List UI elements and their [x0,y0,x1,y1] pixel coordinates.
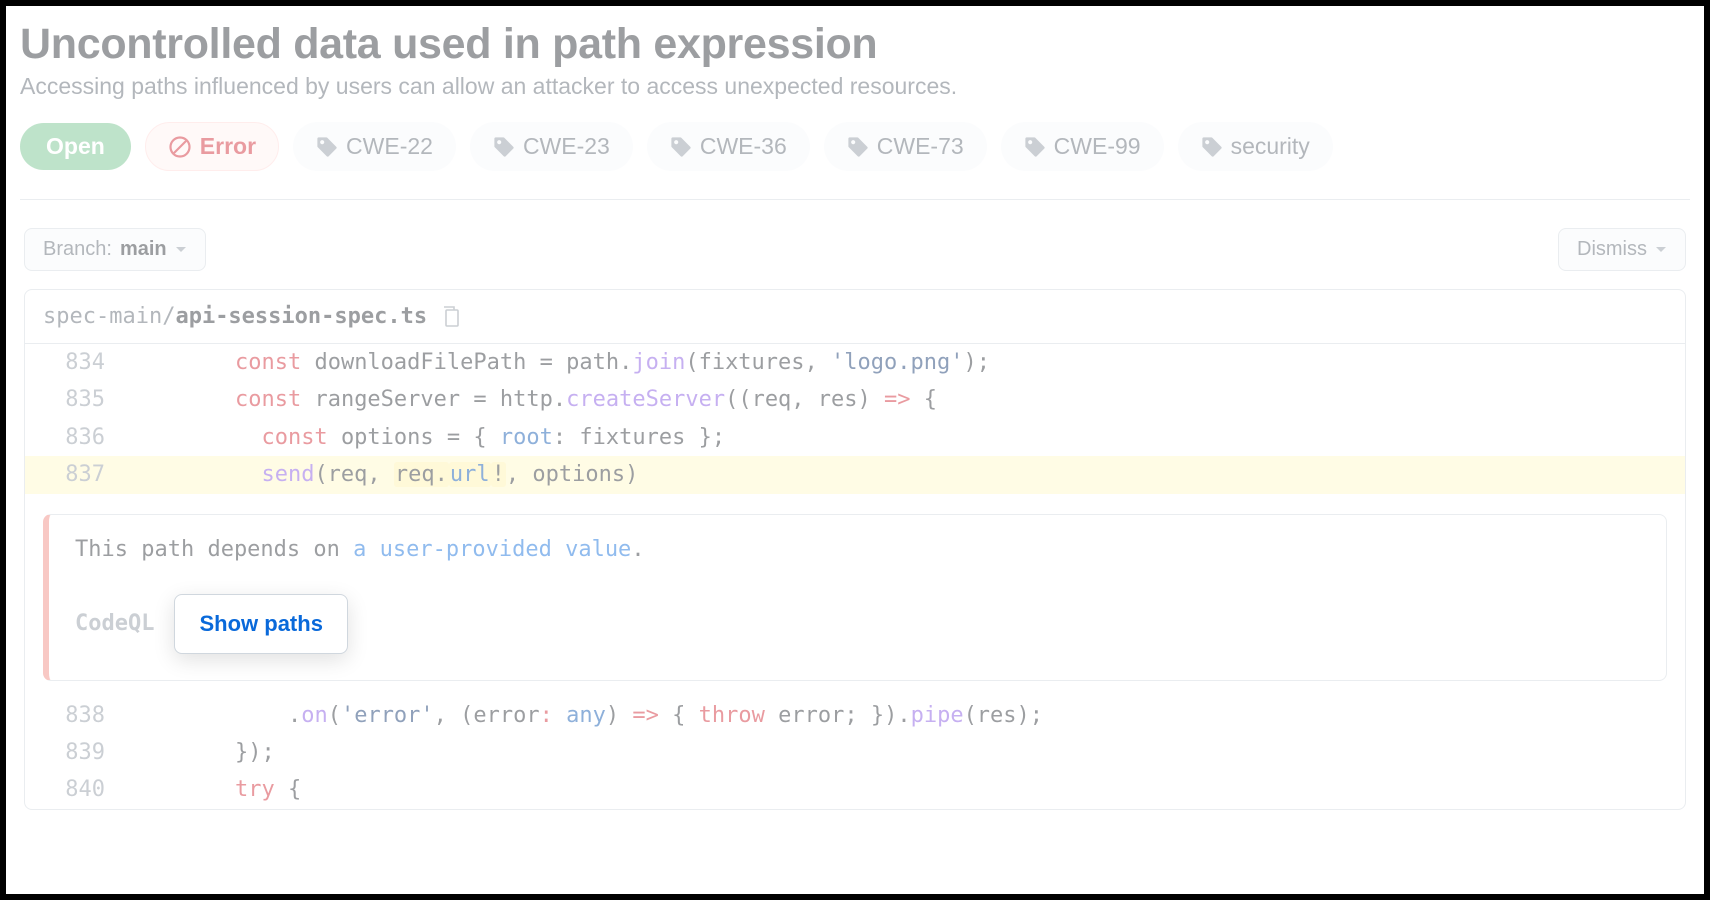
code-lines: 838 .on('error', (error: any) => { throw… [25,697,1685,809]
tag-pill[interactable]: CWE-23 [470,122,633,171]
file-header: spec-main/api-session-spec.ts [25,290,1685,344]
chevron-down-icon [1655,246,1667,254]
tag-icon [1024,136,1046,158]
line-number: 840 [25,771,129,808]
dismiss-label: Dismiss [1577,238,1647,261]
line-source: try { [129,771,301,808]
tag-pill[interactable]: CWE-22 [293,122,456,171]
alert-annotation: This path depends on a user-provided val… [43,514,1667,681]
line-source: send(req, req.url!, options) [129,456,638,493]
tag-icon [493,136,515,158]
severity-error-pill: Error [145,122,279,171]
line-source: const downloadFilePath = path.join(fixtu… [129,344,990,381]
line-source: }); [129,734,275,771]
tag-pill[interactable]: CWE-36 [647,122,810,171]
line-number: 834 [25,344,129,381]
line-source: const rangeServer = http.createServer((r… [129,381,937,418]
dismiss-button[interactable]: Dismiss [1558,228,1686,271]
tag-icon [316,136,338,158]
code-line: 834 const downloadFilePath = path.join(f… [25,344,1685,381]
tag-pill[interactable]: security [1178,122,1333,171]
code-lines: 834 const downloadFilePath = path.join(f… [25,344,1685,494]
chevron-down-icon [175,246,187,254]
code-line: 836 const options = { root: fixtures }; [25,419,1685,456]
alert-title: Uncontrolled data used in path expressio… [20,20,1690,69]
copy-icon[interactable] [441,306,461,328]
tag-pill[interactable]: CWE-99 [1001,122,1164,171]
branch-name: main [120,238,167,261]
alert-msg-pre: This path depends on [75,537,353,562]
label-row: Open Error CWE-22 CWE-23 CWE-36 [20,122,1690,200]
code-line: 837 send(req, req.url!, options) [25,456,1685,493]
tag-icon [847,136,869,158]
alert-link[interactable]: a user-provided value [353,537,631,562]
code-line: 835 const rangeServer = http.createServe… [25,381,1685,418]
status-open-pill: Open [20,123,131,170]
line-source: const options = { root: fixtures }; [129,419,725,456]
code-line: 840 try { [25,771,1685,808]
tag-label: CWE-23 [523,133,610,160]
code-line: 839 }); [25,734,1685,771]
severity-error-label: Error [200,133,256,160]
prohibit-icon [168,135,192,159]
line-number: 839 [25,734,129,771]
tag-label: CWE-22 [346,133,433,160]
tag-icon [670,136,692,158]
alert-subtitle: Accessing paths influenced by users can … [20,73,1690,100]
line-number: 835 [25,381,129,418]
tag-label: CWE-99 [1054,133,1141,160]
tag-label: CWE-73 [877,133,964,160]
branch-prefix: Branch: [43,238,112,261]
tag-pill[interactable]: CWE-73 [824,122,987,171]
tag-icon [1201,136,1223,158]
show-paths-button[interactable]: Show paths [174,594,347,654]
codeql-label: CodeQL [75,611,154,636]
alert-message: This path depends on a user-provided val… [75,537,1640,562]
code-line: 838 .on('error', (error: any) => { throw… [25,697,1685,734]
alert-msg-post: . [631,537,644,562]
file-dir: spec-main/ [43,304,175,329]
line-source: .on('error', (error: any) => { throw err… [129,697,1043,734]
branch-select-button[interactable]: Branch: main [24,228,206,271]
tag-label: CWE-36 [700,133,787,160]
code-snippet-card: spec-main/api-session-spec.ts 834 const … [24,289,1686,810]
file-name: api-session-spec.ts [175,304,427,329]
line-number: 837 [25,456,129,493]
line-number: 836 [25,419,129,456]
tag-label: security [1231,133,1310,160]
line-number: 838 [25,697,129,734]
